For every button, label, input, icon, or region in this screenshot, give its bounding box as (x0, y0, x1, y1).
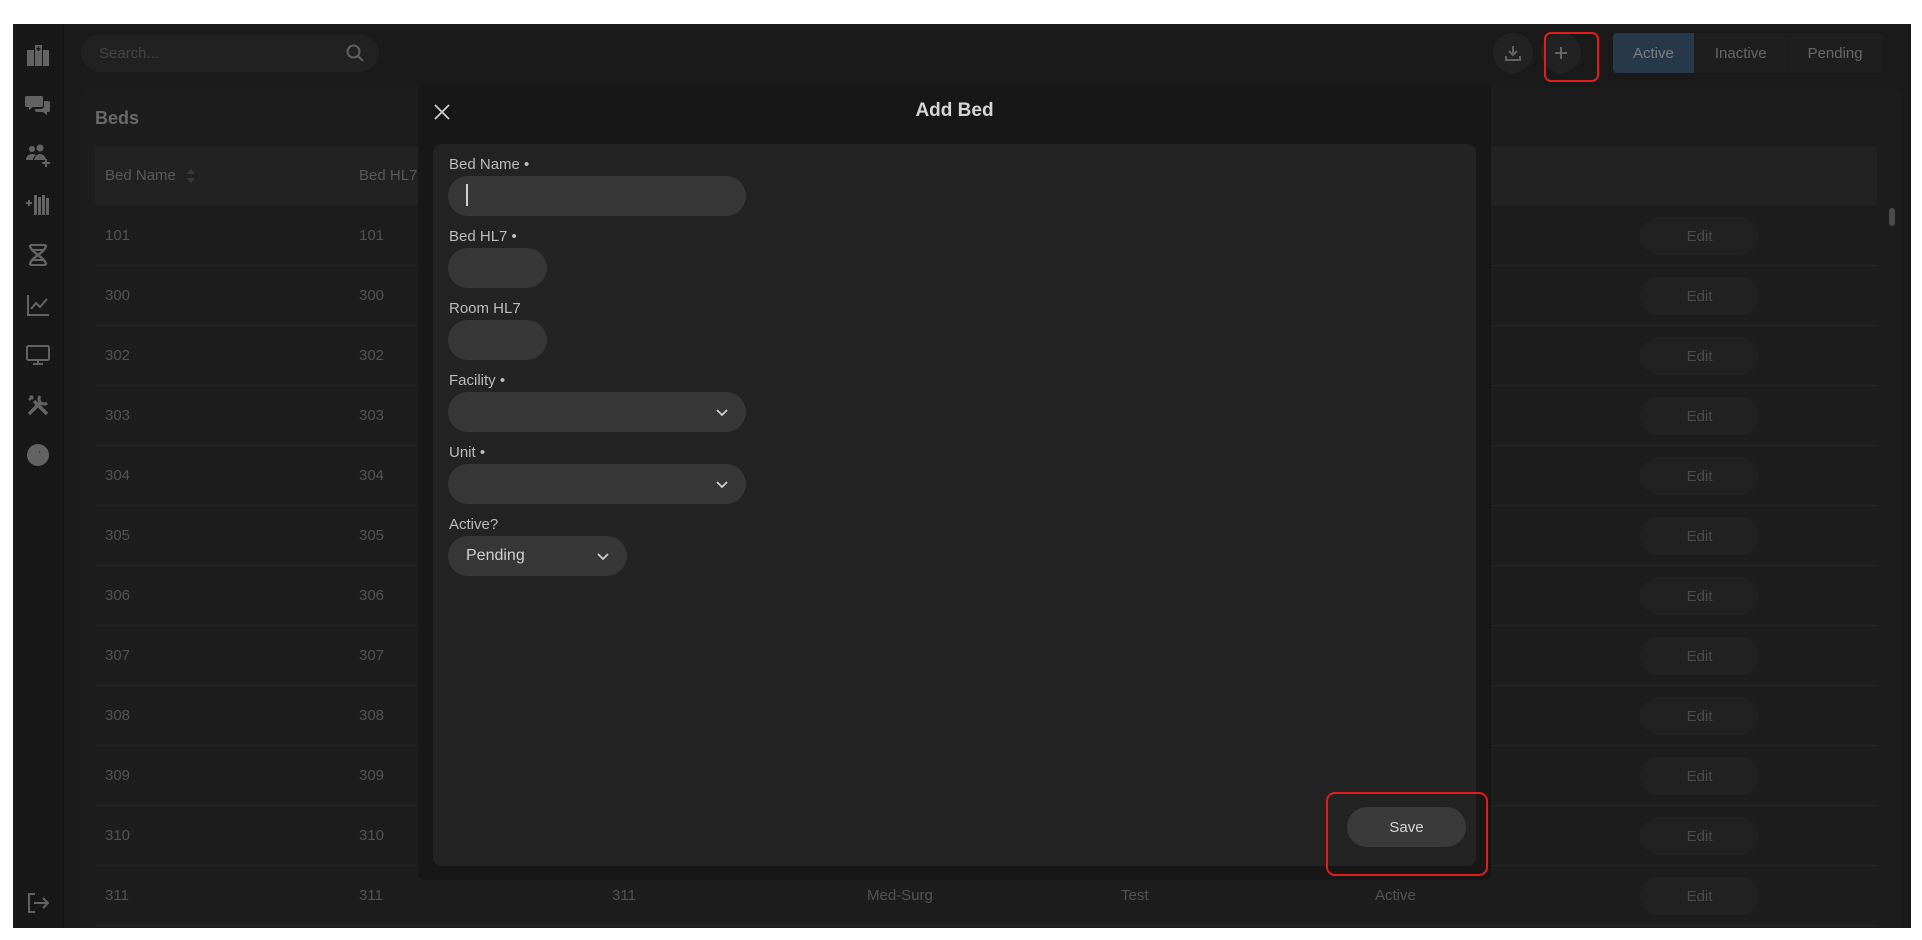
chevron-down-icon (597, 553, 609, 561)
save-button[interactable]: Save (1347, 807, 1466, 847)
dialog-title: Add Bed (915, 100, 994, 121)
facility-label: Facility • (449, 372, 506, 389)
active-label: Active? (449, 516, 499, 533)
chevron-down-icon (716, 481, 728, 489)
room-hl7-label: Room HL7 (449, 300, 521, 317)
text-cursor (466, 184, 468, 206)
dialog-form: Bed Name • Bed HL7 • Room HL7 Facility •… (433, 144, 1476, 866)
unit-select[interactable] (448, 464, 746, 504)
facility-select[interactable] (448, 392, 746, 432)
chevron-down-icon (716, 409, 728, 417)
unit-label: Unit • (449, 444, 486, 461)
bed-hl7-label: Bed HL7 • (449, 228, 517, 245)
room-hl7-field[interactable] (448, 320, 547, 360)
active-select[interactable]: Pending (448, 536, 627, 576)
app-window: ? Active Inactive Pending Beds Bed Name … (13, 24, 1911, 928)
bed-hl7-field[interactable] (448, 248, 547, 288)
bed-name-field[interactable] (448, 176, 746, 216)
bed-name-label: Bed Name • (449, 156, 530, 173)
add-bed-dialog: Add Bed Bed Name • Bed HL7 • Room HL7 Fa… (418, 84, 1491, 880)
active-value: Pending (466, 547, 525, 564)
